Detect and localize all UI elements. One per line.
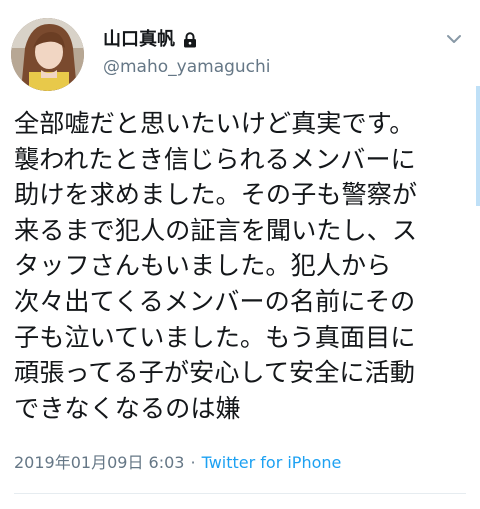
username[interactable]: @maho_yamaguchi	[103, 56, 271, 78]
tweet: 山口真帆 @maho_yamaguchi 全部嘘だと思いたいけど真実です。 襲わ…	[0, 0, 480, 509]
meta-separator: ·	[190, 453, 196, 472]
tweet-line: 襲われたとき信じられるメンバーに	[14, 144, 416, 174]
display-name-row: 山口真帆	[103, 28, 271, 52]
tweet-meta: 2019年01月09日 6:03 · Twitter for iPhone	[14, 452, 341, 474]
tweet-line: 来るまで犯人の証言を聞いたし、ス	[14, 215, 417, 245]
chevron-down-icon[interactable]	[446, 30, 462, 43]
tweet-line: できなくなるのは嫌	[14, 393, 241, 423]
scrollbar[interactable]	[476, 86, 480, 206]
tweet-line: 頑張ってる子が安心して安全に活動	[14, 358, 415, 388]
avatar-photo	[11, 18, 84, 91]
timestamp[interactable]: 2019年01月09日 6:03	[14, 453, 184, 472]
lock-icon	[183, 32, 197, 48]
tweet-line: タッフさんもいました。犯人から	[14, 251, 392, 281]
avatar[interactable]	[11, 18, 84, 91]
tweet-line: 子も泣いていました。もう真面目に	[14, 322, 416, 352]
tweet-line: 全部嘘だと思いたいけど真実です。	[14, 109, 415, 138]
tweet-line: 助けを求めました。その子も警察が	[14, 180, 417, 210]
author-header[interactable]: 山口真帆 @maho_yamaguchi	[103, 28, 271, 78]
divider	[14, 493, 466, 494]
tweet-line: 次々出てくるメンバーの名前にその	[14, 286, 416, 316]
source-link[interactable]: Twitter for iPhone	[202, 453, 342, 472]
tweet-text: 全部嘘だと思いたいけど真実です。 襲われたとき信じられるメンバーに 助けを求めま…	[14, 106, 474, 426]
display-name[interactable]: 山口真帆	[103, 28, 175, 52]
